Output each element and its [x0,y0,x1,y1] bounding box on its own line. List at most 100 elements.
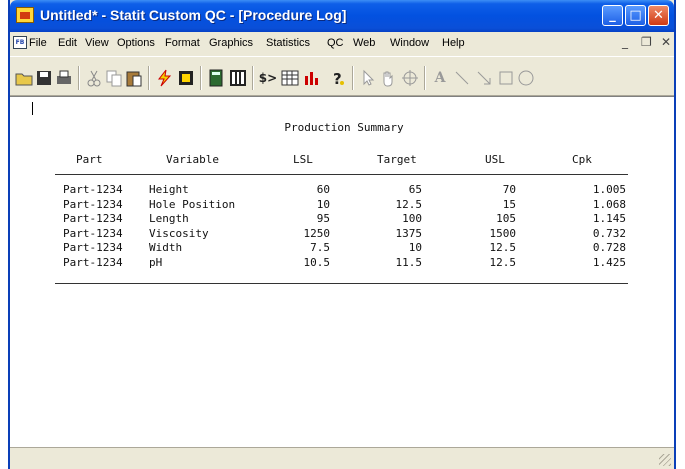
text-icon[interactable]: A [430,68,450,88]
title-bar[interactable]: Untitled* - Statit Custom QC - [Procedur… [10,0,674,32]
calculator-icon[interactable] [206,68,226,88]
app-icon[interactable] [16,7,34,23]
maximize-button[interactable]: □ [625,5,646,26]
table-cell: Part-1234 [63,212,123,226]
table-cell: 12.5 [489,255,517,269]
usl-column-values: 70 15 105 1500 12.5 12.5 [456,183,517,271]
minimize-button[interactable]: _ [602,5,623,26]
script-icon[interactable]: $> [258,68,278,88]
save-icon[interactable] [34,68,54,88]
resize-grip-icon[interactable] [659,454,671,466]
table-cell: pH [149,255,163,269]
table-cell: 10 [316,197,330,211]
table-cell: 1.005 [592,183,626,196]
table-cell: 1.145 [592,212,626,226]
table-cell: 1500 [489,226,517,240]
table-cell: 1.425 [592,255,626,269]
open-icon[interactable] [14,68,34,88]
table-cell: 0.732 [592,226,626,240]
copy-icon[interactable] [104,68,124,88]
table-cell: 1.068 [592,197,626,211]
mdi-minimize-button[interactable]: _ [622,35,628,49]
menu-view[interactable]: View [85,37,109,49]
footer-rule [55,283,628,284]
lsl-column-values: 60 10 95 1250 7.5 10.5 [270,183,331,271]
application-window: Untitled* - Statit Custom QC - [Procedur… [8,0,676,469]
table-cell: 7.5 [310,241,330,255]
table-cell: 12.5 [489,241,517,255]
close-button[interactable]: ✕ [648,5,669,26]
menu-graphics[interactable]: Graphics [209,37,253,49]
column-header-target: Target [377,153,417,166]
print-icon[interactable] [54,68,74,88]
table-cell: 100 [402,212,422,226]
procedure-log-pane[interactable]: Production Summary Part Variable LSL Tar… [10,96,674,447]
table-cell: Part-1234 [63,255,123,269]
target-column-values: 65 12.5 100 1375 10 11.5 [362,183,423,271]
table-cell: Width [149,241,183,255]
table-cell: 1250 [303,226,331,240]
menu-window[interactable]: Window [390,37,429,49]
table-cell: 1375 [395,226,423,240]
table-cell: Length [149,212,189,226]
mdi-restore-button[interactable]: ❐ [641,35,652,49]
table-cell: 70 [502,183,516,196]
chart-icon[interactable] [302,68,322,88]
table-cell: 11.5 [395,255,423,269]
menu-statistics[interactable]: Statistics [266,37,310,49]
line-icon[interactable] [452,68,472,88]
status-bar [10,447,674,469]
variable-column-values: Height Hole Position Length Viscosity Width p… [149,183,235,271]
table-cell: 95 [316,212,330,226]
data-icon[interactable] [176,68,196,88]
target-icon[interactable] [400,68,420,88]
arrow-line-icon[interactable] [474,68,494,88]
column-header-part: Part [76,153,103,166]
table-cell: Hole Position [149,197,236,211]
table-icon[interactable] [280,68,300,88]
menu-edit[interactable]: Edit [58,37,77,49]
paste-icon[interactable] [124,68,144,88]
text-caret [32,102,33,115]
menu-qc[interactable]: QC [327,37,344,49]
part-column-values: Part-1234 Part-1234 Part-1234 Part-1234 Part… [63,183,123,271]
hand-icon[interactable] [378,68,398,88]
table-cell: 15 [502,197,516,211]
run-icon[interactable] [154,68,174,88]
table-cell: 0.728 [592,241,626,255]
rectangle-icon[interactable] [496,68,516,88]
table-cell: 65 [408,183,422,196]
menu-file[interactable]: File [29,37,47,49]
column-header-usl: USL [485,153,505,166]
report-title: Production Summary [284,121,404,134]
menu-options[interactable]: Options [117,37,155,49]
toolbar: $> ? A [10,56,674,96]
table-cell: 12.5 [395,197,423,211]
menu-format[interactable]: Format [165,37,200,49]
column-header-variable: Variable [166,153,219,166]
table-cell: 10.5 [303,255,331,269]
pointer-icon[interactable] [358,68,378,88]
table-cell: Part-1234 [63,241,123,255]
help-icon[interactable]: ? [328,68,348,88]
document-icon[interactable]: FB [13,36,27,49]
column-header-lsl: LSL [293,153,313,166]
cut-icon[interactable] [84,68,104,88]
menu-web[interactable]: Web [353,37,375,49]
column-header-cpk: Cpk [572,153,592,166]
menu-bar: FB File Edit View Options Format Graphic… [10,32,674,54]
table-cell: 10 [408,241,422,255]
header-rule [55,174,628,175]
table-cell: 105 [496,212,516,226]
table-cell: Part-1234 [63,183,123,196]
table-cell: Height [149,183,189,196]
table-cell: 60 [316,183,330,196]
mdi-close-button[interactable]: ✕ [661,35,671,49]
table-cell: Viscosity [149,226,209,240]
window-title: Untitled* - Statit Custom QC - [Procedur… [40,7,347,23]
column-icon[interactable] [228,68,248,88]
ellipse-icon[interactable] [516,68,536,88]
menu-help[interactable]: Help [442,37,465,49]
svg-text:?: ? [333,70,342,88]
cpk-column-values: 1.005 1.068 1.145 0.732 0.728 1.425 [566,183,626,271]
